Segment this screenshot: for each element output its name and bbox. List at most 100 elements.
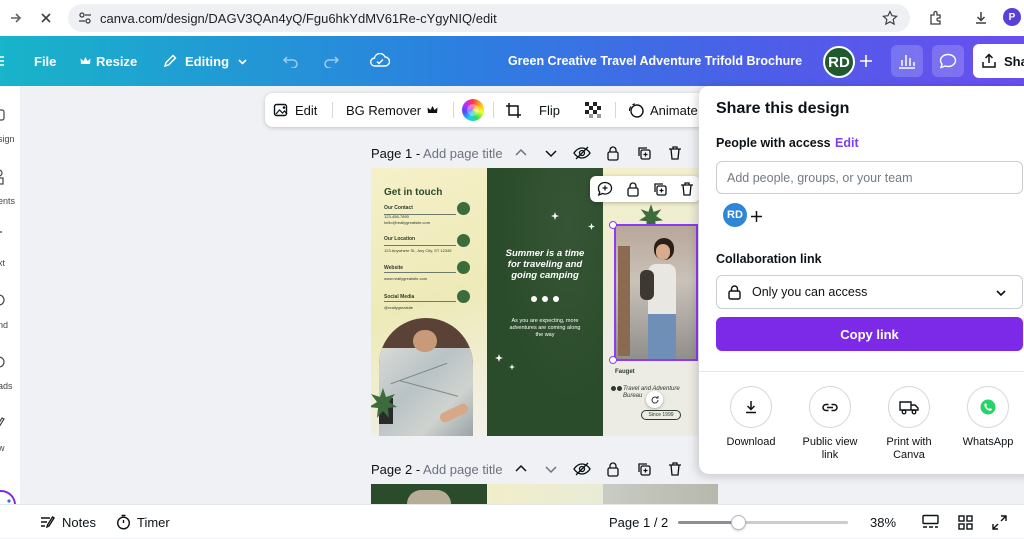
transparency-icon[interactable] <box>585 93 602 127</box>
stop-loading-icon[interactable] <box>36 8 56 28</box>
copy-link-button[interactable]: Copy link <box>716 317 1023 351</box>
grid-view-icon[interactable] <box>922 505 939 539</box>
whatsapp-option[interactable]: WhatsApp <box>948 386 1024 449</box>
lock-element-icon[interactable] <box>625 181 641 197</box>
share-button[interactable]: Share <box>973 44 1024 78</box>
bg-remover-button[interactable]: BG Remover <box>346 93 438 127</box>
edit-image-button[interactable]: Edit <box>273 93 317 127</box>
color-wheel-icon[interactable] <box>462 99 484 121</box>
address-bar[interactable]: canva.com/design/DAGV3QAn4yQ/Fgu6hkYdMV6… <box>68 4 910 32</box>
page-2-title-placeholder[interactable]: Add page title <box>423 462 503 477</box>
comments-icon[interactable] <box>932 45 964 77</box>
collaborator-avatar[interactable]: RD <box>823 46 855 78</box>
design-icon[interactable] <box>0 109 6 121</box>
forward-icon[interactable] <box>6 8 26 28</box>
chevron-down-icon[interactable] <box>543 461 559 477</box>
design-page-1[interactable]: Get in touch Our Contact 123-456-7890 he… <box>371 168 698 436</box>
add-collaborator-icon[interactable] <box>859 36 873 86</box>
duplicate-page-icon[interactable] <box>636 145 652 161</box>
cover-body-text: As you are expecting, more adventures ar… <box>509 318 581 338</box>
zoom-slider-thumb[interactable] <box>730 515 746 530</box>
logo-dot <box>611 386 616 391</box>
crop-icon[interactable] <box>505 93 522 127</box>
resize-handle[interactable] <box>609 356 617 364</box>
add-member-icon[interactable] <box>745 205 767 227</box>
downloads-icon[interactable] <box>971 8 991 28</box>
editing-mode-dropdown[interactable]: Editing <box>162 36 248 86</box>
zoom-slider[interactable] <box>678 515 848 530</box>
pencil-icon <box>162 53 178 69</box>
delete-element-icon[interactable] <box>679 181 695 197</box>
notes-button[interactable]: Notes <box>40 505 96 539</box>
image-toolbar: Edit BG Remover Flip Animate <box>265 93 705 127</box>
page-indicator[interactable]: Page 1 / 2 <box>609 505 668 539</box>
travel-map-photo[interactable] <box>379 318 473 436</box>
sidebar-item-elements[interactable]: ents <box>0 196 15 206</box>
page-1-title[interactable]: Page 1 - Add page title <box>371 146 503 161</box>
page-1-title-placeholder[interactable]: Add page title <box>423 146 503 161</box>
member-avatar[interactable]: RD <box>723 203 747 227</box>
text-icon[interactable] <box>0 231 4 241</box>
animate-label: Animate <box>650 102 698 118</box>
profile-avatar[interactable]: P <box>1003 8 1021 26</box>
editing-label: Editing <box>185 53 230 69</box>
sidebar-item-uploads[interactable]: ads <box>0 381 13 391</box>
add-comment-icon[interactable] <box>597 181 614 197</box>
draw-icon[interactable] <box>0 416 6 430</box>
animate-icon <box>627 102 644 119</box>
bookmark-star-icon[interactable] <box>882 10 898 26</box>
chevron-down-icon[interactable] <box>543 145 559 161</box>
sidebar-item-design[interactable]: sign <box>0 134 15 144</box>
undo-icon[interactable] <box>282 36 300 86</box>
site-settings-icon[interactable] <box>78 11 92 25</box>
zoom-level[interactable]: 38% <box>870 505 896 539</box>
resize-button[interactable]: Resize <box>80 36 137 86</box>
brochure-panel-back[interactable]: Fauget Travel and Adventure Bureau Since… <box>603 168 698 436</box>
resize-handle[interactable] <box>609 221 617 229</box>
sidebar-item-brand[interactable]: nd <box>0 320 8 330</box>
toolbar-divider <box>453 102 454 118</box>
design-title[interactable]: Green Creative Travel Adventure Trifold … <box>500 36 810 86</box>
sidebar-item-text[interactable]: xt <box>0 258 5 268</box>
location-text: 123 Anywhere St., Any City, ST 12345 <box>384 248 452 253</box>
edit-access-link[interactable]: Edit <box>835 136 859 150</box>
download-option[interactable]: Download <box>711 386 791 449</box>
insights-chart-icon[interactable] <box>891 45 923 77</box>
design-page-2[interactable] <box>371 484 718 504</box>
uploads-icon[interactable] <box>0 355 6 369</box>
timer-button[interactable]: Timer <box>116 505 170 539</box>
duplicate-element-icon[interactable] <box>652 181 668 197</box>
rotate-handle-icon[interactable] <box>646 391 663 408</box>
cloud-saved-icon[interactable] <box>370 36 390 86</box>
toolbar-divider <box>493 102 494 118</box>
lock-icon[interactable] <box>605 461 621 477</box>
page-thumbnails-icon[interactable] <box>958 505 973 539</box>
redo-icon[interactable] <box>322 36 340 86</box>
brand-icon[interactable] <box>0 293 6 307</box>
flip-button[interactable]: Flip <box>539 93 560 127</box>
panel-divider <box>699 371 1024 372</box>
animate-button[interactable]: Animate <box>627 93 698 127</box>
extensions-icon[interactable] <box>926 8 946 28</box>
delete-page-icon[interactable] <box>667 145 683 161</box>
print-with-canva-option[interactable]: Print with Canva <box>869 386 949 462</box>
link-access-dropdown[interactable]: Only you can access <box>716 275 1023 309</box>
delete-page-icon[interactable] <box>667 461 683 477</box>
hide-page-icon[interactable] <box>573 145 591 161</box>
sidebar-item-draw[interactable]: w <box>0 443 5 453</box>
chevron-up-icon[interactable] <box>513 461 529 477</box>
traveler-photo-selected[interactable] <box>614 224 698 361</box>
duplicate-page-icon[interactable] <box>636 461 652 477</box>
fullscreen-icon[interactable] <box>992 505 1007 539</box>
brochure-panel-cover[interactable]: Summer is a time for traveling and going… <box>487 168 603 436</box>
add-people-input[interactable] <box>716 161 1023 194</box>
menu-icon[interactable] <box>0 36 6 86</box>
elements-icon[interactable] <box>0 169 6 185</box>
lock-icon[interactable] <box>605 145 621 161</box>
public-view-link-option[interactable]: Public view link <box>790 386 870 462</box>
page-2-title[interactable]: Page 2 - Add page title <box>371 462 503 477</box>
hide-page-icon[interactable] <box>573 461 591 477</box>
file-menu[interactable]: File <box>34 36 56 86</box>
brochure-panel-contact[interactable]: Get in touch Our Contact 123-456-7890 he… <box>371 168 487 436</box>
chevron-up-icon[interactable] <box>513 145 529 161</box>
